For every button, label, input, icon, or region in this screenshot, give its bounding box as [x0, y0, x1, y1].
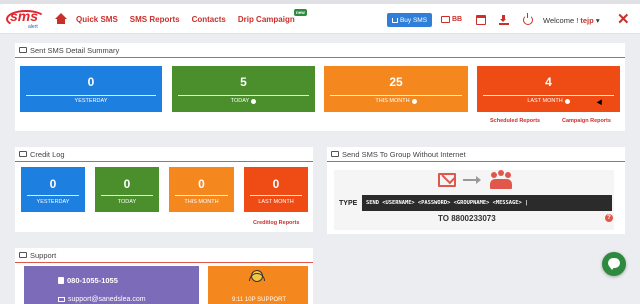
- stat-yesterday[interactable]: 0 YESTERDAY: [20, 66, 162, 112]
- creditlog-reports-link[interactable]: Creditlog Reports: [253, 220, 299, 226]
- username: tejp: [580, 16, 594, 25]
- mail-icon: [58, 297, 65, 302]
- panel-title: Support: [30, 250, 57, 260]
- to-line: TO 8800233073: [438, 214, 496, 223]
- info-icon[interactable]: [564, 98, 570, 104]
- stat-value: 0: [49, 177, 57, 191]
- credit-indicator[interactable]: BB: [441, 16, 462, 23]
- buy-sms-button[interactable]: Buy SMS: [387, 13, 432, 27]
- logo-text: sms: [10, 8, 39, 24]
- help-icon[interactable]: ?: [605, 214, 613, 222]
- stat-label: LAST MONTH: [258, 199, 294, 205]
- stat-value: 25: [389, 75, 403, 89]
- credit-last-month[interactable]: 0 LAST MONTH: [244, 167, 308, 212]
- support-agent-icon: [249, 268, 265, 286]
- to-label: TO: [438, 214, 449, 223]
- stat-label: TODAY: [230, 98, 250, 104]
- stat-label: LAST MONTH: [527, 98, 563, 104]
- new-badge: new: [293, 8, 307, 16]
- nav-sms-reports[interactable]: SMS Reports: [130, 15, 180, 24]
- logo-subtext: alert: [28, 24, 38, 30]
- support-email-address: support@sanedslea.com: [68, 296, 146, 303]
- home-icon[interactable]: [55, 13, 67, 25]
- stat-value: 5: [240, 75, 247, 89]
- main-nav: Quick SMS SMS Reports Contacts Drip Camp…: [55, 8, 307, 25]
- stat-label: YESTERDAY: [74, 98, 108, 104]
- support-email[interactable]: support@sanedslea.com: [58, 296, 146, 303]
- support-phone[interactable]: 080-1055-1055: [58, 276, 118, 285]
- arrow-right-icon: [463, 176, 481, 184]
- info-icon[interactable]: [411, 98, 417, 104]
- stat-this-month[interactable]: 25 THIS MONTH: [324, 66, 468, 112]
- calendar-icon[interactable]: [476, 15, 486, 25]
- nav-drip-campaign[interactable]: Drip Campaign new: [237, 8, 307, 24]
- credit-this-month[interactable]: 0 THIS MONTH: [169, 167, 234, 212]
- stat-today[interactable]: 5 TODAY: [172, 66, 315, 112]
- stat-label: TODAY: [117, 199, 137, 205]
- group-users-icon: [490, 170, 512, 190]
- nav-contacts[interactable]: Contacts: [192, 15, 226, 24]
- sms-command-format: SEND <USERNAME> <PASSWORD> <GROUPNAME> <…: [362, 195, 612, 211]
- stat-value: 0: [272, 177, 280, 191]
- panel-title: Sent SMS Detail Summary: [30, 45, 120, 55]
- stat-value: 0: [123, 177, 131, 191]
- smsalert-logo[interactable]: sms alert: [6, 8, 48, 30]
- panel-header: Support: [15, 248, 313, 263]
- chat-icon[interactable]: [602, 252, 626, 276]
- credit-card-icon: [441, 16, 450, 23]
- stat-value: 0: [87, 75, 95, 89]
- panel-title: Send SMS To Group Without Internet: [342, 149, 466, 159]
- download-icon[interactable]: [499, 15, 509, 25]
- credit-card-icon: [19, 151, 27, 157]
- credit-yesterday[interactable]: 0 YESTERDAY: [21, 167, 85, 212]
- envelope-icon: [331, 151, 339, 157]
- panel-header: Credit Log: [15, 147, 313, 162]
- envelope-icon: [19, 47, 27, 53]
- cart-icon: [391, 17, 398, 23]
- chevron-down-icon: ▾: [595, 16, 600, 25]
- support-hours: 9:11 10P SUPPORT: [232, 297, 287, 303]
- type-label: TYPE: [339, 200, 358, 207]
- nav-quick-sms[interactable]: Quick SMS: [76, 15, 118, 24]
- stat-label: YESTERDAY: [36, 199, 70, 205]
- top-navbar: sms alert Quick SMS SMS Reports Contacts…: [0, 4, 640, 34]
- stat-value: 4: [545, 75, 552, 89]
- phone-icon: [19, 252, 27, 258]
- to-number: 8800233073: [451, 214, 496, 223]
- panel-header: Sent SMS Detail Summary: [15, 43, 625, 58]
- power-icon[interactable]: [523, 13, 533, 25]
- campaign-reports-link[interactable]: Campaign Reports: [562, 118, 611, 124]
- stat-label: THIS MONTH: [375, 98, 410, 104]
- envelope-icon: [438, 173, 456, 187]
- scheduled-reports-link[interactable]: Scheduled Reports: [490, 118, 540, 124]
- info-icon[interactable]: [251, 98, 257, 104]
- panel-header: Send SMS To Group Without Internet: [327, 147, 625, 162]
- buy-sms-label: Buy SMS: [399, 16, 428, 24]
- stat-value: 0: [198, 177, 205, 191]
- welcome-text: Welcome !: [543, 16, 579, 25]
- nav-drip-campaign-label: Drip Campaign: [237, 14, 295, 24]
- credit-label: BB: [452, 16, 463, 23]
- close-icon[interactable]: ✕: [617, 10, 630, 28]
- stat-label: THIS MONTH: [184, 199, 219, 205]
- phone-icon: [58, 277, 64, 284]
- panel-title: Credit Log: [30, 149, 65, 159]
- user-menu[interactable]: Welcome ! tejp ▾: [543, 16, 600, 25]
- support-phone-number: 080-1055-1055: [67, 276, 118, 285]
- credit-today[interactable]: 0 TODAY: [95, 167, 159, 212]
